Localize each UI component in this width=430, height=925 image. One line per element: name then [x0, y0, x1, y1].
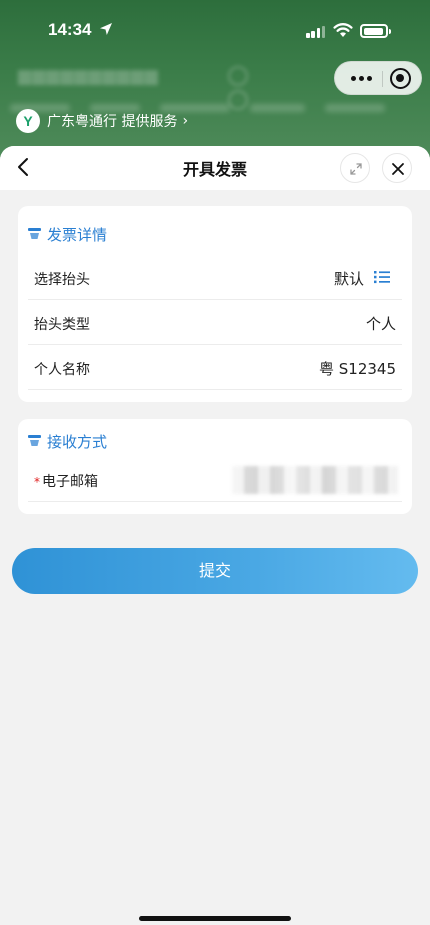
invoice-details-card: 发票详情 选择抬头 默认 抬头类型 个人 个人名称 粤 S12345 [18, 206, 412, 402]
provider-logo: Y [16, 109, 40, 133]
chevron-right-icon: › [182, 113, 189, 129]
section-icon [28, 435, 41, 446]
background-blurred-title: ▆▆▆▆▆▆▆▆▆▆ [18, 66, 159, 86]
email-label: 电子邮箱 [42, 474, 98, 490]
row-label: 抬头类型 [34, 317, 90, 333]
section-icon [28, 228, 41, 239]
expand-icon [350, 163, 362, 175]
wifi-icon [333, 23, 353, 37]
personal-name-row: 个人名称 粤 S12345 [28, 346, 402, 390]
submit-button[interactable]: 提交 [12, 548, 418, 594]
select-title-row[interactable]: 选择抬头 默认 [28, 256, 402, 300]
section-title-receive-method: 接收方式 [47, 432, 108, 451]
row-label: * 电子邮箱 [34, 471, 98, 491]
more-icon[interactable] [345, 62, 379, 94]
capsule-divider [382, 71, 383, 87]
receive-method-header: 接收方式 [28, 429, 107, 453]
mini-program-capsule [334, 61, 422, 95]
background-blurred-icons [228, 66, 288, 110]
email-field[interactable] [232, 466, 398, 494]
battery-icon [360, 24, 391, 38]
status-bar: 14:34 [0, 0, 430, 56]
invoice-details-header: 发票详情 [28, 222, 107, 246]
close-icon [392, 163, 404, 175]
row-label: 选择抬头 [34, 272, 90, 288]
invoice-sheet: 开具发票 发票详情 选择抬头 默认 抬头类型 个人 个人名称 粤 S12345 … [0, 146, 430, 925]
status-time: 14:34 [48, 20, 92, 39]
service-provider[interactable]: Y 广东粤通行 提供服务 › [16, 108, 188, 134]
row-value: 个人 [365, 315, 396, 333]
email-row: * 电子邮箱 [28, 458, 402, 502]
receive-method-card: 接收方式 * 电子邮箱 [18, 419, 412, 514]
row-value: 粤 S12345 [318, 360, 396, 378]
expand-button[interactable] [340, 153, 370, 183]
section-title-invoice-details: 发票详情 [47, 225, 108, 244]
home-indicator [139, 916, 291, 921]
title-type-row: 抬头类型 个人 [28, 301, 402, 345]
location-arrow-icon [100, 23, 112, 35]
close-button[interactable] [382, 153, 412, 183]
provider-text: 广东粤通行 提供服务 [47, 114, 178, 130]
close-circle-icon[interactable] [390, 68, 411, 89]
required-mark: * [34, 475, 40, 489]
list-icon[interactable] [374, 270, 390, 284]
row-label: 个人名称 [34, 362, 90, 378]
row-value: 默认 [333, 270, 364, 288]
signal-icon [306, 24, 326, 38]
sheet-navbar: 开具发票 [0, 146, 430, 190]
